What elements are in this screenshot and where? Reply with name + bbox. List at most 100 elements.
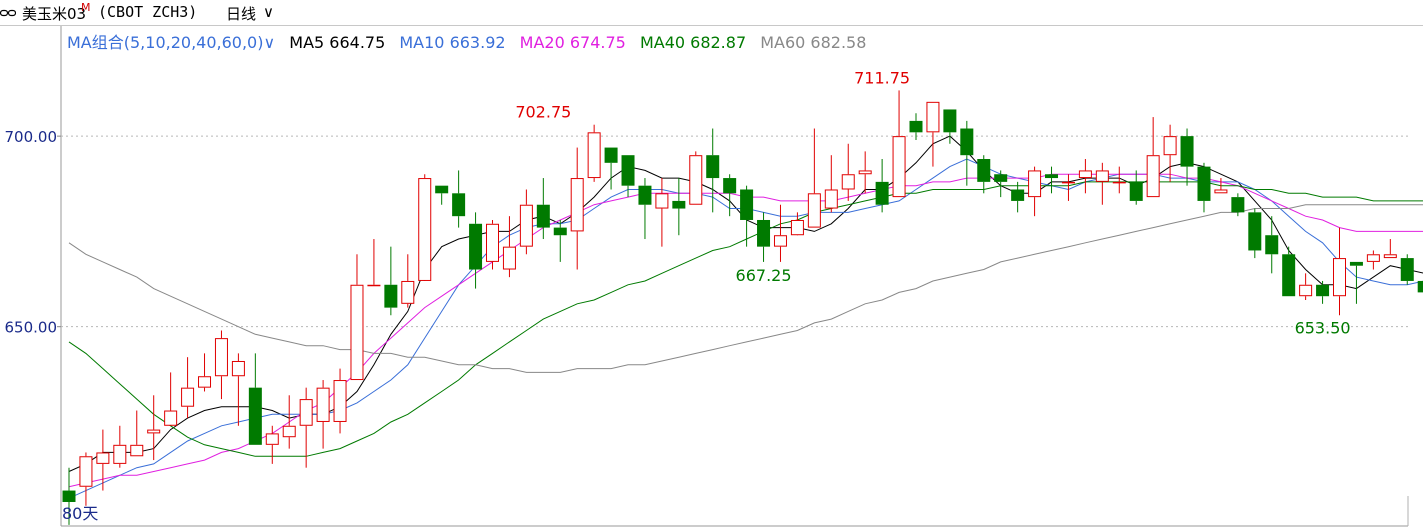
candle-up [231, 353, 245, 426]
instrument-code: (CBOT ZCH3) [98, 3, 198, 21]
candle-body [1163, 136, 1177, 156]
candle-down [1197, 162, 1211, 213]
candle-body [1129, 181, 1143, 201]
high-price-label: 711.75 [854, 68, 910, 87]
candle-body [960, 128, 974, 156]
legend-ma10: MA10 663.92 [399, 33, 506, 52]
candle-up [519, 189, 533, 255]
candle-up [824, 155, 838, 213]
candle-body [943, 109, 957, 133]
candle-body [723, 178, 737, 194]
candle-body [570, 178, 584, 232]
low-price-label: 667.25 [736, 266, 792, 285]
candle-body [604, 147, 618, 163]
ma-combo-selector[interactable]: MA组合(5,10,20,40,60,0)∨ [67, 33, 275, 52]
candle-body [282, 425, 296, 438]
candle-body [130, 444, 144, 457]
candle-up [316, 380, 330, 449]
candle-body [977, 159, 991, 182]
ma-line-ma5 [68, 135, 1423, 472]
chevron-down-icon[interactable]: ∨ [263, 33, 275, 52]
candle-up [333, 368, 347, 434]
candle-body [367, 284, 381, 287]
ma-legend: MA组合(5,10,20,40,60,0)∨ MA5 664.75 MA10 6… [67, 29, 875, 53]
candle-body [1400, 258, 1414, 281]
candle-body [1248, 212, 1262, 251]
chart-toolbar: 美玉米03 M (CBOT ZCH3) 日线 ∨ [0, 0, 1423, 26]
candle-up [401, 254, 415, 308]
candle-body [1061, 181, 1075, 184]
chevron-down-icon[interactable]: ∨ [263, 3, 274, 21]
candle-body [1112, 181, 1126, 184]
candle-down [536, 178, 550, 240]
candle-up [198, 353, 212, 392]
candle-up [282, 395, 296, 449]
candle-up [1095, 162, 1109, 205]
candle-body [1028, 170, 1042, 198]
candle-up [367, 239, 381, 287]
candle-body [926, 101, 940, 133]
candle-body [214, 338, 228, 377]
candle-body [1383, 254, 1397, 259]
chart-canvas: 700.00 650.00 702.75 711.75 667.25 653.50 [5, 26, 1423, 527]
y-tick-label: 650.00 [5, 319, 58, 337]
candle-up [807, 128, 821, 228]
candle-down [977, 155, 991, 194]
candle-down [1248, 208, 1262, 259]
candle-up [1163, 124, 1177, 182]
candle-down [960, 120, 974, 186]
candle-body [841, 174, 855, 190]
candle-up [113, 425, 127, 468]
candle-body [519, 204, 533, 247]
candle-body [435, 185, 449, 194]
candle-down [1282, 246, 1296, 297]
candle-up [841, 143, 855, 201]
candle-up [130, 410, 144, 457]
candle-body [858, 170, 872, 175]
candle-down [740, 185, 754, 247]
candle-up [1366, 250, 1380, 270]
candle-body [181, 387, 195, 407]
candle-up [892, 90, 906, 198]
candle-up [418, 174, 432, 281]
candle-up [570, 147, 584, 270]
candle-up [689, 151, 703, 205]
candle-body [96, 452, 110, 464]
candle-up [1146, 117, 1160, 198]
candle-down [469, 212, 483, 289]
candle-body [807, 193, 821, 228]
candle-body [502, 246, 516, 270]
candlestick-chart[interactable]: 700.00 650.00 702.75 711.75 667.25 653.50 MA组… [0, 26, 1423, 529]
candle-body [401, 280, 415, 304]
instrument-name: 美玉米03 [22, 5, 87, 23]
ma-line-ma60 [68, 204, 1423, 373]
low-price-label: 653.50 [1295, 318, 1351, 337]
ma-combo-label[interactable]: MA组合(5,10,20,40,60,0) [67, 33, 263, 52]
candle-up [773, 204, 787, 262]
candle-body [1214, 189, 1228, 194]
candle-body [316, 387, 330, 422]
candle-body [638, 185, 652, 205]
candle-body [333, 380, 347, 422]
candle-body [79, 456, 93, 487]
candle-body [892, 136, 906, 198]
candle-body [824, 189, 838, 209]
candle-body [587, 132, 601, 179]
candle-body [299, 399, 313, 426]
period-selector[interactable]: 日线 [226, 3, 256, 24]
y-tick-label: 700.00 [5, 128, 58, 146]
candle-body [113, 444, 127, 464]
candle-up [1383, 239, 1397, 259]
candle-body [164, 410, 178, 426]
legend-ma5: MA5 664.75 [289, 33, 386, 52]
candle-down [723, 174, 737, 217]
candle-body [198, 376, 212, 388]
candle-up [1028, 166, 1042, 217]
candle-up [587, 124, 601, 182]
candle-down [1400, 254, 1414, 285]
high-price-label: 702.75 [515, 103, 571, 122]
candle-body [790, 219, 804, 236]
candle-up [655, 178, 669, 247]
candle-down [452, 170, 466, 228]
candle-down [757, 212, 771, 262]
